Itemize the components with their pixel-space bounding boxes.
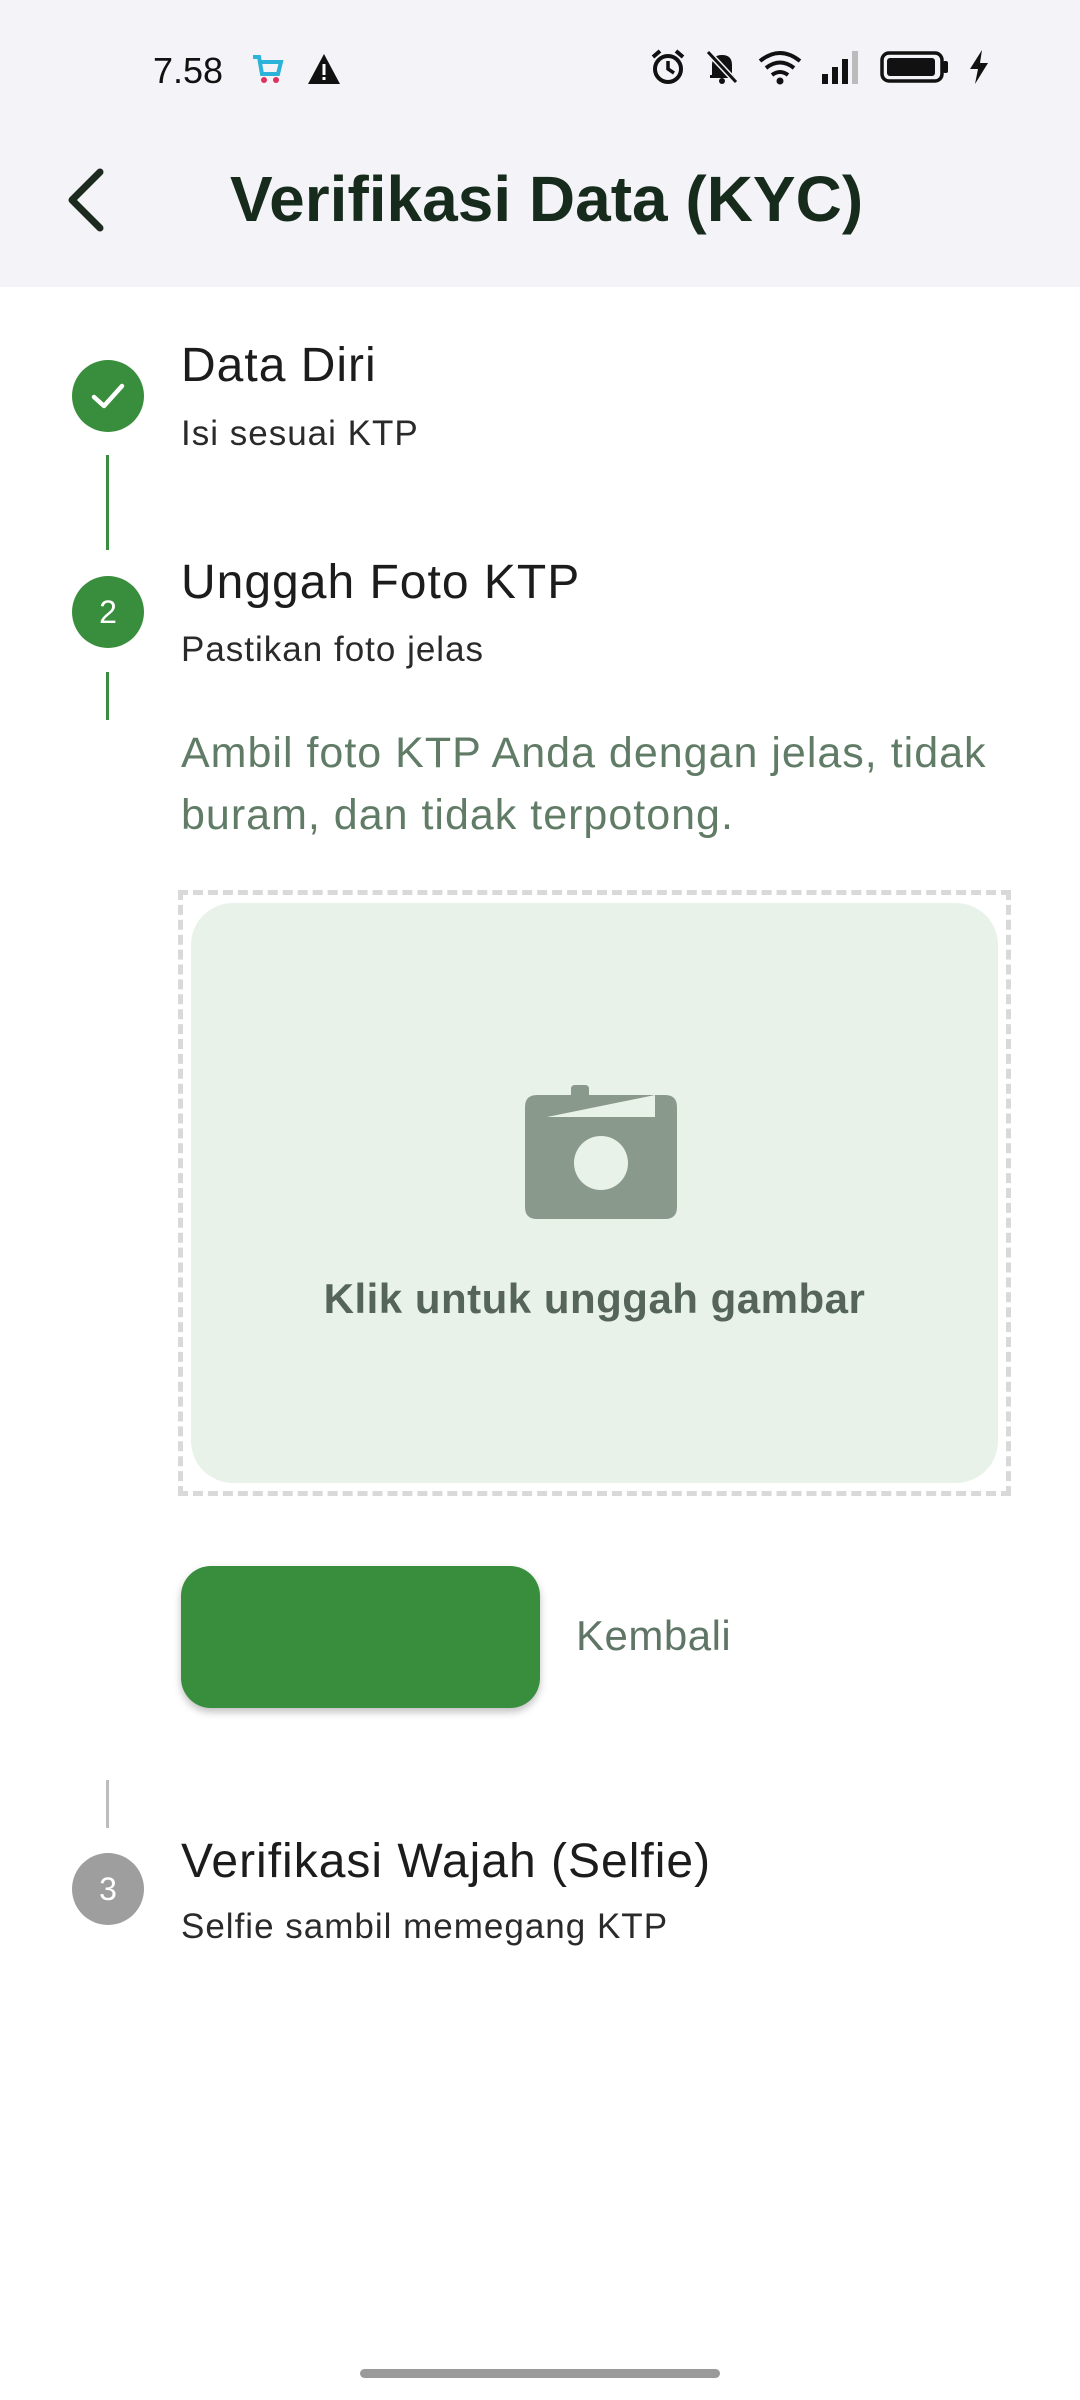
step-2-instruction: Ambil foto KTP Anda dengan jelas, tidak … — [181, 729, 987, 839]
signal-icon — [820, 50, 862, 89]
mute-icon — [704, 48, 740, 91]
step-connector — [106, 455, 109, 550]
status-time: 7.58 — [153, 50, 224, 91]
status-notification-icons — [250, 52, 342, 91]
battery-icon — [880, 50, 950, 89]
step-connector — [106, 672, 109, 720]
kembali-button[interactable]: Kembali — [576, 1612, 731, 1660]
status-system-icons — [650, 48, 990, 91]
step-3-number: 3 — [99, 1870, 117, 1907]
upload-area-background: Klik untuk unggah gambar — [191, 903, 998, 1483]
step-1-indicator — [72, 360, 144, 432]
back-button[interactable] — [52, 165, 122, 235]
step-3-indicator: 3 — [72, 1853, 144, 1925]
step-2-indicator: 2 — [72, 576, 144, 648]
chevron-left-icon — [68, 168, 104, 232]
step-2-subtitle: Pastikan foto jelas — [181, 630, 485, 669]
step-connector — [106, 1780, 109, 1828]
check-icon — [91, 383, 125, 409]
camera-icon — [525, 1085, 677, 1219]
warning-icon — [306, 52, 342, 91]
step-1-title[interactable]: Data Diri — [181, 338, 377, 393]
step-3-subtitle: Selfie sambil memegang KTP — [181, 1907, 669, 1946]
shopping-app-icon — [250, 52, 284, 91]
app-bar: 7.58 Verifikasi Data (KYC) — [0, 0, 1080, 287]
home-indicator[interactable] — [360, 2369, 720, 2378]
charging-icon — [968, 49, 990, 90]
upload-label: Klik untuk unggah gambar — [323, 1275, 866, 1322]
ktp-upload-area[interactable]: Klik untuk unggah gambar — [178, 890, 1011, 1496]
step-3-title[interactable]: Verifikasi Wajah (Selfie) — [181, 1834, 711, 1889]
step-1-subtitle: Isi sesuai KTP — [181, 414, 419, 453]
wifi-icon — [758, 49, 802, 90]
alarm-icon — [650, 48, 686, 91]
step-2-title[interactable]: Unggah Foto KTP — [181, 555, 580, 610]
continue-button[interactable] — [181, 1566, 540, 1708]
step-2-number: 2 — [99, 593, 117, 630]
page-title: Verifikasi Data (KYC) — [230, 163, 864, 235]
